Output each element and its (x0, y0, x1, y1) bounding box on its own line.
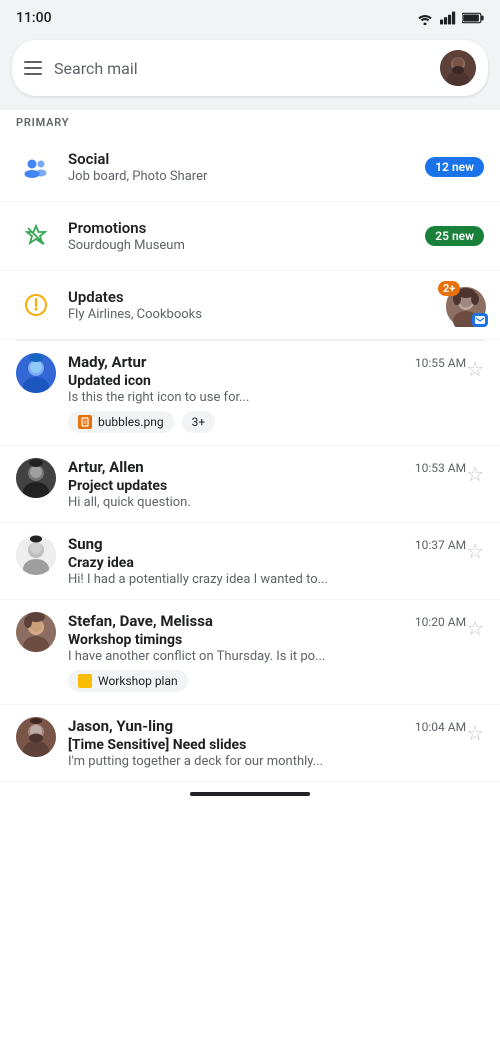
search-placeholder: Search mail (54, 59, 428, 78)
email-content-mady-artur: Mady, Artur 10:55 AM Updated icon Is thi… (68, 353, 466, 433)
email-preview-stefan: I have another conflict on Thursday. Is … (68, 649, 466, 664)
search-bar-container: Search mail (0, 32, 500, 110)
star-button-mady-artur[interactable]: ☆ (466, 357, 484, 381)
attachment-more[interactable]: 3+ (182, 411, 216, 433)
social-text: Social Job board, Photo Sharer (56, 150, 425, 184)
social-icon (16, 147, 56, 187)
doc-icon (78, 674, 92, 688)
email-row-artur-allen[interactable]: Artur, Allen 10:53 AM Project updates Hi… (0, 446, 500, 523)
email-preview-artur-allen: Hi all, quick question. (68, 495, 466, 510)
attachment-chip-bubbles[interactable]: bubbles.png (68, 411, 174, 433)
attachment-row-stefan: Workshop plan (68, 670, 466, 692)
email-preview-jason: I'm putting together a deck for our mont… (68, 754, 466, 769)
email-header-jason: Jason, Yun-ling 10:04 AM (68, 717, 466, 735)
email-content-stefan: Stefan, Dave, Melissa 10:20 AM Workshop … (68, 612, 466, 692)
promotions-icon (16, 216, 56, 256)
status-bar: 11:00 (0, 0, 500, 32)
category-promotions[interactable]: Promotions Sourdough Museum 25 new (0, 202, 500, 271)
avatar-stefan (16, 612, 56, 652)
home-indicator (0, 782, 500, 804)
email-sender-mady-artur: Mady, Artur (68, 353, 146, 371)
avatar-sung (16, 535, 56, 575)
category-social[interactable]: Social Job board, Photo Sharer 12 new (0, 133, 500, 202)
avatar-mady-artur (16, 353, 56, 393)
promotions-subtitle: Sourdough Museum (68, 238, 425, 253)
updates-subtitle: Fly Airlines, Cookbooks (68, 307, 444, 322)
avatar-image (440, 50, 476, 86)
email-header-sung: Sung 10:37 AM (68, 535, 466, 553)
status-icons (416, 11, 484, 25)
promotions-badge: 25 new (425, 226, 484, 246)
email-time-artur-allen: 10:53 AM (415, 461, 466, 475)
email-sender-jason: Jason, Yun-ling (68, 717, 173, 735)
battery-icon (462, 12, 484, 24)
updates-badge-wrap: 2+ (444, 285, 484, 325)
social-subtitle: Job board, Photo Sharer (68, 169, 425, 184)
email-sender-sung: Sung (68, 535, 103, 553)
email-subject-artur-allen: Project updates (68, 478, 466, 494)
signal-icon (440, 11, 456, 25)
email-header-artur-allen: Artur, Allen 10:53 AM (68, 458, 466, 476)
star-button-artur-allen[interactable]: ☆ (466, 462, 484, 486)
email-content-artur-allen: Artur, Allen 10:53 AM Project updates Hi… (68, 458, 466, 510)
star-button-stefan[interactable]: ☆ (466, 616, 484, 640)
avatar-jason (16, 717, 56, 757)
star-button-sung[interactable]: ☆ (466, 539, 484, 563)
email-row-stefan[interactable]: Stefan, Dave, Melissa 10:20 AM Workshop … (0, 600, 500, 705)
email-preview-sung: Hi! I had a potentially crazy idea I wan… (68, 572, 466, 587)
star-button-jason[interactable]: ☆ (466, 721, 484, 745)
promotions-text: Promotions Sourdough Museum (56, 219, 425, 253)
email-header-mady-artur: Mady, Artur 10:55 AM (68, 353, 466, 371)
section-label: PRIMARY (0, 110, 500, 133)
attachment-row-mady: bubbles.png 3+ (68, 411, 466, 433)
email-row-sung[interactable]: Sung 10:37 AM Crazy idea Hi! I had a pot… (0, 523, 500, 600)
attachment-file-icon (78, 415, 92, 429)
email-time-stefan: 10:20 AM (415, 615, 466, 629)
email-subject-mady-artur: Updated icon (68, 373, 466, 389)
hamburger-menu-button[interactable] (24, 61, 42, 75)
updates-msg-icon (472, 313, 488, 327)
email-row-jason[interactable]: Jason, Yun-ling 10:04 AM [Time Sensitive… (0, 705, 500, 782)
email-time-mady-artur: 10:55 AM (415, 356, 466, 370)
social-name: Social (68, 150, 425, 168)
email-row-mady-artur[interactable]: Mady, Artur 10:55 AM Updated icon Is thi… (0, 341, 500, 446)
updates-icon (16, 285, 56, 325)
updates-text: Updates Fly Airlines, Cookbooks (56, 288, 444, 322)
email-time-sung: 10:37 AM (415, 538, 466, 552)
email-header-stefan: Stefan, Dave, Melissa 10:20 AM (68, 612, 466, 630)
wifi-icon (416, 11, 434, 25)
attachment-name-bubbles: bubbles.png (98, 415, 164, 429)
promotions-name: Promotions (68, 219, 425, 237)
email-time-jason: 10:04 AM (415, 720, 466, 734)
email-subject-stefan: Workshop timings (68, 632, 466, 648)
email-subject-sung: Crazy idea (68, 555, 466, 571)
status-time: 11:00 (16, 10, 52, 26)
avatar-artur-allen (16, 458, 56, 498)
updates-count: 2+ (438, 281, 460, 296)
email-subject-jason: [Time Sensitive] Need slides (68, 737, 466, 753)
search-bar[interactable]: Search mail (12, 40, 488, 96)
social-badge: 12 new (425, 157, 484, 177)
email-content-sung: Sung 10:37 AM Crazy idea Hi! I had a pot… (68, 535, 466, 587)
email-preview-mady-artur: Is this the right icon to use for... (68, 390, 466, 405)
home-bar (190, 792, 310, 796)
attachment-name-workshop: Workshop plan (98, 674, 178, 688)
updates-name: Updates (68, 288, 444, 306)
category-updates[interactable]: Updates Fly Airlines, Cookbooks 2+ (0, 271, 500, 340)
email-content-jason: Jason, Yun-ling 10:04 AM [Time Sensitive… (68, 717, 466, 769)
email-sender-stefan: Stefan, Dave, Melissa (68, 612, 213, 630)
email-sender-artur-allen: Artur, Allen (68, 458, 144, 476)
attachment-chip-workshop[interactable]: Workshop plan (68, 670, 188, 692)
user-avatar[interactable] (440, 50, 476, 86)
